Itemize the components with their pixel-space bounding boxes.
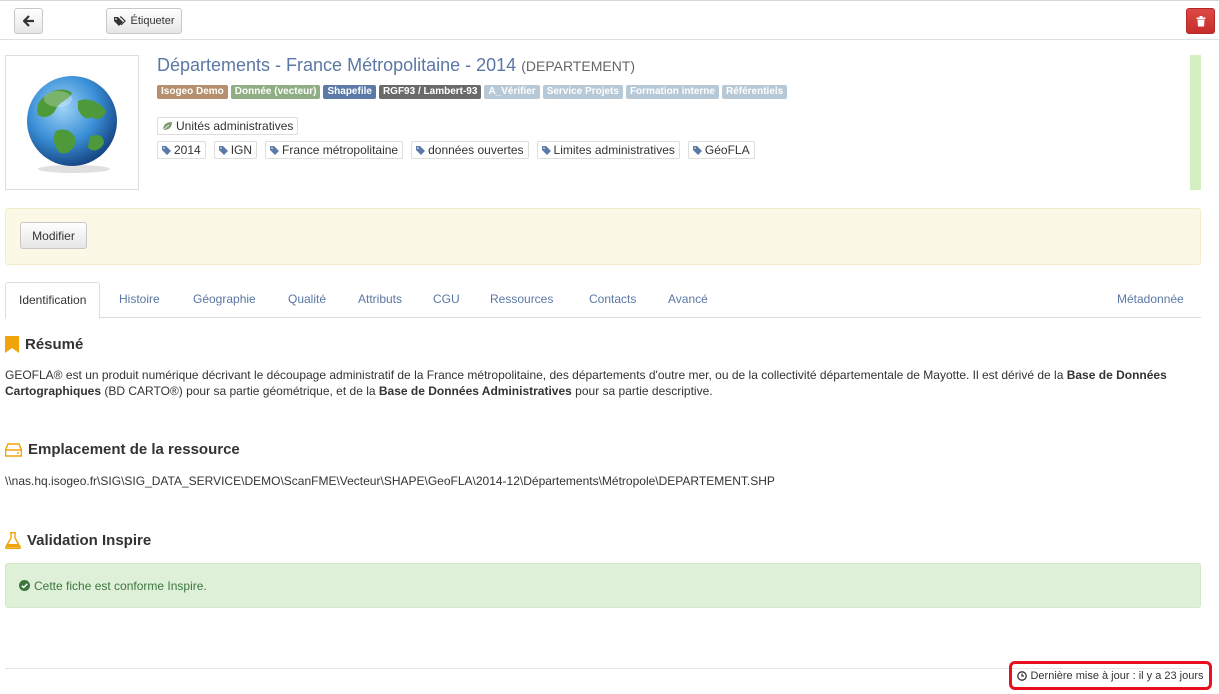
inspire-title: Validation Inspire — [27, 532, 152, 549]
keyword-label: Limites administratives — [553, 143, 675, 157]
back-button[interactable] — [14, 8, 43, 34]
label-tag-formation-interne: Formation interne — [625, 85, 719, 99]
location-path: \\nas.hq.isogeo.fr\SIG\SIG_DATA_SERVICE\… — [5, 474, 775, 488]
label-tag-referentiels: Référentiels — [721, 85, 788, 99]
delete-button[interactable] — [1186, 8, 1215, 34]
dataset-title: Départements - France Métropolitaine - 2… — [157, 55, 635, 76]
hdd-icon — [5, 442, 22, 457]
keyword-chip[interactable]: Limites administratives — [536, 141, 680, 159]
tab-qualite[interactable]: Qualité — [288, 282, 326, 318]
trash-icon — [1196, 15, 1205, 26]
resume-heading: Résumé — [5, 336, 83, 353]
tab-geographie[interactable]: Géographie — [193, 282, 256, 318]
keyword-chip[interactable]: IGN — [213, 141, 258, 159]
keyword-list: 2014 IGN France métropolitaine données o… — [157, 141, 755, 159]
keyword-label: GéoFLA — [704, 143, 750, 157]
keyword-label: 2014 — [174, 143, 201, 157]
tag-icon — [162, 145, 171, 155]
flask-icon — [5, 532, 21, 549]
keyword-label: France métropolitaine — [282, 143, 399, 157]
keyword-chip[interactable]: France métropolitaine — [265, 141, 404, 159]
keyword-chip[interactable]: données ouvertes — [411, 141, 529, 159]
label-kind: Donnée (vecteur) — [230, 85, 321, 99]
status-indicator-bar — [1190, 55, 1201, 190]
modify-button[interactable]: Modifier — [20, 222, 87, 249]
inspire-heading: Validation Inspire — [5, 532, 151, 549]
leaf-icon — [162, 122, 172, 131]
label-srs: RGF93 / Lambert-93 — [378, 85, 482, 99]
tag-icon — [416, 145, 426, 155]
tab-histoire[interactable]: Histoire — [119, 282, 160, 318]
location-heading: Emplacement de la ressource — [5, 441, 240, 458]
last-update-text: Dernière mise à jour : il y a 23 jours — [1030, 669, 1204, 682]
tab-attributs[interactable]: Attributs — [358, 282, 402, 318]
tab-identification[interactable]: Identification — [5, 282, 101, 319]
keyword-label: données ouvertes — [428, 143, 524, 157]
keyword-chip[interactable]: 2014 — [157, 141, 206, 159]
action-panel: Modifier — [5, 208, 1201, 265]
label-format: Shapefile — [323, 85, 376, 99]
tag-button-label: Étiqueter — [130, 15, 175, 27]
last-update-indicator: Dernière mise à jour : il y a 23 jours — [1009, 661, 1212, 690]
dataset-technical-name: (DEPARTEMENT) — [521, 58, 636, 74]
tag-button[interactable]: Étiqueter — [106, 8, 182, 34]
bookmark-icon — [5, 336, 19, 353]
tag-icon — [218, 145, 228, 155]
inspire-conformity-alert: Cette fiche est conforme Inspire. — [5, 563, 1201, 608]
label-owner: Isogeo Demo — [157, 85, 228, 99]
label-tag-a-verifier: A_Vérifier — [484, 85, 540, 99]
location-title: Emplacement de la ressource — [28, 441, 240, 458]
label-list: Isogeo Demo Donnée (vecteur) Shapefile R… — [157, 85, 788, 99]
dataset-thumbnail — [5, 55, 139, 190]
tab-ressources[interactable]: Ressources — [490, 282, 553, 318]
resume-title: Résumé — [25, 336, 84, 353]
tags-icon — [114, 15, 127, 26]
tag-icon — [270, 145, 280, 155]
tag-icon — [692, 145, 702, 155]
label-tag-service-projets: Service Projets — [542, 85, 623, 99]
keyword-chip[interactable]: GéoFLA — [687, 141, 755, 159]
tab-metadonnee[interactable]: Métadonnée — [1117, 282, 1184, 318]
top-toolbar: Étiqueter — [0, 0, 1219, 40]
arrow-left-icon — [22, 15, 34, 27]
inspire-theme-chip[interactable]: Unités administratives — [157, 117, 299, 135]
inspire-message: Cette fiche est conforme Inspire. — [34, 578, 207, 593]
tab-contacts[interactable]: Contacts — [589, 282, 636, 318]
inspire-theme-row: Unités administratives — [157, 117, 299, 135]
tag-icon — [541, 145, 551, 155]
tab-cgu[interactable]: CGU — [433, 282, 460, 318]
dataset-title-text: Départements - France Métropolitaine - 2… — [157, 55, 517, 75]
clock-icon — [1017, 670, 1028, 681]
keyword-label: IGN — [230, 143, 253, 157]
metadata-tabs: Identification Histoire Géographie Quali… — [5, 282, 1201, 319]
resume-text: GEOFLA® est un produit numérique décriva… — [5, 368, 1167, 398]
tab-avance[interactable]: Avancé — [668, 282, 708, 318]
inspire-theme-label: Unités administratives — [176, 119, 294, 133]
globe-icon — [27, 75, 117, 173]
check-circle-icon — [19, 580, 30, 591]
